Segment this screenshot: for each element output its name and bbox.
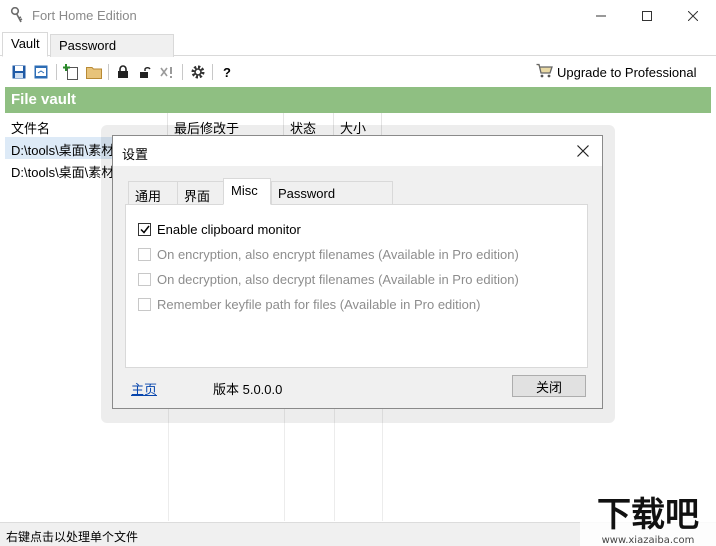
remember-keyfile-checkbox: Remember keyfile path for files (Availab… [138,294,480,314]
upgrade-label: Upgrade to Professional [557,64,697,80]
save-icon[interactable] [10,63,28,81]
svg-text:下载吧: 下载吧 [597,495,699,535]
home-link[interactable]: 主页 [131,379,157,398]
toolbar: ? Upgrade to Professional [0,57,716,87]
option-label: Enable clipboard monitor [157,221,301,237]
new-file-icon[interactable] [62,63,80,81]
tab-password-manager-settings[interactable]: Password manager [271,181,393,216]
unlock-icon[interactable] [136,63,154,81]
main-tab-strip: Password manager Vault [0,31,716,68]
window-title: Fort Home Edition [32,8,137,23]
lock-icon[interactable] [114,63,132,81]
cart-icon [536,63,553,81]
app-key-icon [10,6,24,24]
checkbox-checked[interactable] [138,222,151,236]
open-folder-icon[interactable] [85,63,103,81]
version-label: 版本 5.0.0.0 [213,382,283,397]
checkbox-disabled [138,272,151,286]
misc-panel: Enable clipboard monitor On encryption, … [125,204,588,368]
watermark-logo: 下载吧 www.xiazaiba.com [580,490,716,546]
decrypt-filenames-checkbox: On decryption, also decrypt filenames (A… [138,269,519,289]
vault-header: File vault [5,87,711,113]
dialog-title: 设置 [122,147,149,162]
tab-vault[interactable]: Vault [2,32,48,57]
remove-icon[interactable] [159,63,177,81]
help-icon[interactable]: ? [218,63,236,81]
svg-text:www.xiazaiba.com: www.xiazaiba.com [602,535,695,546]
close-window-button[interactable] [670,0,716,31]
option-label: On encryption, also encrypt filenames (A… [157,246,519,262]
upgrade-button[interactable]: Upgrade to Professional [536,62,696,82]
open-icon[interactable] [32,63,50,81]
checkbox-disabled [138,247,151,261]
close-button[interactable]: 关闭 [512,375,586,397]
minimize-button[interactable] [578,0,624,31]
settings-dialog: 设置 通用 界面 Misc Password manager Enable cl… [112,135,603,409]
dialog-title-bar: 设置 [113,136,602,166]
tab-interface[interactable]: 界面 [177,181,224,204]
title-bar: Fort Home Edition [0,0,716,31]
option-label: On decryption, also decrypt filenames (A… [157,271,519,287]
tab-misc[interactable]: Misc [223,178,271,205]
dialog-close-icon[interactable] [573,141,593,161]
enable-clipboard-monitor-checkbox[interactable]: Enable clipboard monitor [138,219,301,239]
checkbox-disabled [138,297,151,311]
option-label: Remember keyfile path for files (Availab… [157,296,481,312]
maximize-button[interactable] [624,0,670,31]
tab-general[interactable]: 通用 [128,181,178,204]
tab-password-manager[interactable]: Password manager [50,34,174,68]
encrypt-filenames-checkbox: On encryption, also encrypt filenames (A… [138,244,519,264]
settings-icon[interactable] [189,63,207,81]
